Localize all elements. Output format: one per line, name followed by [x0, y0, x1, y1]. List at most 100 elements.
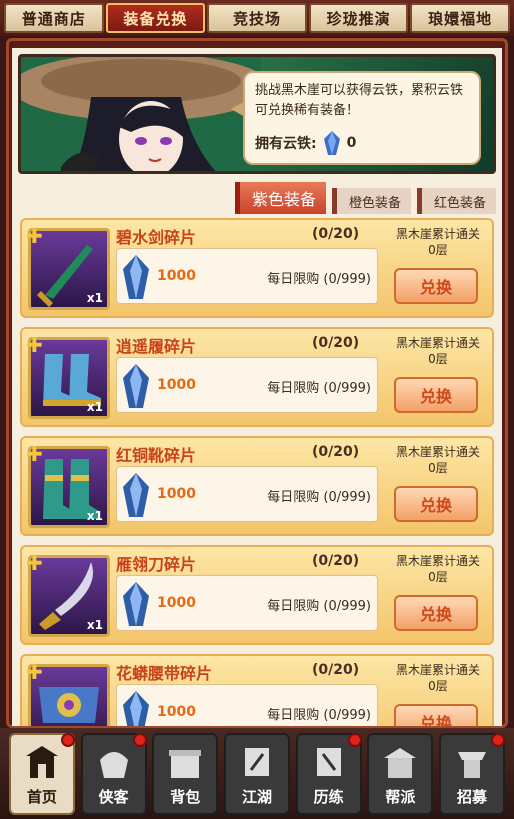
tab-blessed-land[interactable]: 琅嬛福地 [410, 3, 510, 33]
nav-label: 帮派 [385, 787, 416, 806]
exchange-button[interactable]: 兑换 [394, 704, 478, 726]
nav-label: 江湖 [241, 787, 272, 806]
puzzle-icon: ✚ [26, 551, 43, 575]
notification-dot [132, 732, 147, 747]
daily-limit: 每日限购 (0/999) [267, 490, 371, 505]
item-quantity: x1 [86, 509, 103, 523]
nav-recruit[interactable]: 招募 [439, 732, 506, 815]
nav-hero[interactable]: 侠客 [80, 732, 147, 815]
item-name: 红铜靴碎片 [116, 446, 197, 465]
requirement-level: 0层 [428, 679, 448, 693]
nav-guild[interactable]: 帮派 [367, 732, 434, 815]
tab-equipment-exchange[interactable]: 装备兑换 [105, 3, 206, 33]
requirement-level: 0层 [428, 570, 448, 584]
currency-label: 拥有云铁: [255, 136, 317, 152]
cloud-iron-icon [323, 131, 340, 155]
puzzle-icon: ✚ [26, 660, 43, 684]
item-name: 逍遥履碎片 [116, 337, 197, 356]
item-quantity: x1 [86, 618, 103, 632]
training-icon [316, 747, 341, 776]
fragment-progress: (0/20) [312, 553, 360, 569]
list-item: ✚ x1 花蟒腰带碎片 (0/20) 1000 每日限购 (0/999) [20, 654, 494, 726]
rarity-tabs: 紫色装备 橙色装备 红色装备 [234, 182, 496, 214]
recruit-icon [458, 751, 487, 778]
cloud-iron-icon [123, 364, 149, 408]
notification-dot [491, 732, 506, 747]
notification-dot [347, 732, 362, 747]
item-thumbnail[interactable]: ✚ x1 [26, 660, 110, 726]
item-thumbnail[interactable]: ✚ x1 [26, 442, 110, 528]
daily-limit: 每日限购 (0/999) [267, 599, 371, 614]
price-box: 1000 每日限购 (0/999) [116, 357, 378, 413]
exchange-panel: 挑战黑木崖可以获得云铁，累积云铁可兑换稀有装备！ 拥有云铁: 0 紫色装备 橙色… [12, 48, 502, 726]
tab-red-equipment[interactable]: 红色装备 [416, 188, 496, 214]
fragment-progress: (0/20) [312, 662, 360, 678]
banner: 挑战黑木崖可以获得云铁，累积云铁可兑换稀有装备！ 拥有云铁: 0 [18, 54, 496, 174]
unlock-requirement: 黑木崖累计通关 0层 [384, 553, 492, 585]
cloud-iron-icon [123, 473, 149, 517]
banner-message: 挑战黑木崖可以获得云铁，累积云铁可兑换稀有装备！ [255, 83, 464, 118]
daily-limit: 每日限购 (0/999) [267, 272, 371, 287]
guild-icon [384, 747, 417, 778]
bottom-nav: 首页 侠客 背包 江湖 历练 帮派 招募 [0, 728, 514, 819]
nav-label: 首页 [26, 787, 57, 806]
tab-puzzle[interactable]: 珍珑推演 [308, 3, 409, 33]
nav-bag[interactable]: 背包 [152, 732, 219, 815]
home-icon [25, 745, 58, 778]
tab-general-shop[interactable]: 普通商店 [4, 3, 104, 33]
nav-home[interactable]: 首页 [8, 732, 75, 815]
nav-training[interactable]: 历练 [295, 732, 362, 815]
bag-icon [169, 749, 202, 778]
cloud-iron-icon [123, 582, 149, 626]
item-thumbnail[interactable]: ✚ x1 [26, 551, 110, 637]
list-item: ✚ x1 逍遥履碎片 (0/20) 1000 每日限购 (0/999) 黑木崖累… [20, 327, 494, 427]
item-quantity: x1 [86, 291, 103, 305]
item-price: 1000 [157, 704, 196, 720]
item-price: 1000 [157, 595, 196, 611]
item-thumbnail[interactable]: ✚ x1 [26, 226, 110, 310]
requirement-level: 0层 [428, 243, 448, 257]
requirement-text: 黑木崖累计通关 [395, 445, 480, 459]
nav-label: 背包 [170, 787, 201, 806]
list-item: ✚ x1 碧水剑碎片 (0/20) 1000 每日限购 (0/999) 黑木崖累… [20, 218, 494, 318]
daily-limit: 每日限购 (0/999) [267, 708, 371, 723]
daily-limit: 每日限购 (0/999) [267, 381, 371, 396]
tab-purple-equipment[interactable]: 紫色装备 [234, 182, 326, 214]
unlock-requirement: 黑木崖累计通关 0层 [384, 662, 492, 694]
item-price: 1000 [157, 268, 196, 284]
nav-world[interactable]: 江湖 [223, 732, 290, 815]
puzzle-icon: ✚ [26, 442, 43, 466]
price-box: 1000 每日限购 (0/999) [116, 466, 378, 522]
item-name: 雁翎刀碎片 [116, 555, 197, 574]
price-box: 1000 每日限购 (0/999) [116, 248, 378, 304]
exchange-button[interactable]: 兑换 [394, 268, 478, 304]
scroll-icon [244, 747, 269, 776]
item-quantity: x1 [86, 400, 103, 414]
requirement-text: 黑木崖累计通关 [395, 554, 480, 568]
item-price: 1000 [157, 377, 196, 393]
requirement-level: 0层 [428, 352, 448, 366]
exchange-button[interactable]: 兑换 [394, 486, 478, 522]
item-name: 花蟒腰带碎片 [116, 664, 213, 683]
nav-label: 招募 [457, 787, 488, 806]
currency-row: 拥有云铁: 0 [255, 131, 469, 155]
exchange-button[interactable]: 兑换 [394, 595, 478, 631]
item-thumbnail[interactable]: ✚ x1 [26, 335, 110, 419]
exchange-button[interactable]: 兑换 [394, 377, 478, 413]
notification-dot [60, 732, 75, 747]
item-name: 碧水剑碎片 [116, 228, 197, 247]
unlock-requirement: 黑木崖累计通关 0层 [384, 444, 492, 476]
cloud-iron-icon [123, 691, 149, 726]
unlock-requirement: 黑木崖累计通关 0层 [384, 335, 492, 367]
requirement-text: 黑木崖累计通关 [395, 227, 480, 241]
item-list[interactable]: ✚ x1 碧水剑碎片 (0/20) 1000 每日限购 (0/999) 黑木崖累… [20, 218, 494, 726]
requirement-level: 0层 [428, 461, 448, 475]
fragment-progress: (0/20) [312, 226, 360, 242]
item-price: 1000 [157, 486, 196, 502]
tab-orange-equipment[interactable]: 橙色装备 [331, 188, 411, 214]
npc-portrait [21, 57, 261, 171]
currency-value: 0 [346, 135, 357, 151]
requirement-text: 黑木崖累计通关 [395, 336, 480, 350]
cloud-iron-icon [123, 255, 149, 299]
tab-arena[interactable]: 竞技场 [207, 3, 307, 33]
